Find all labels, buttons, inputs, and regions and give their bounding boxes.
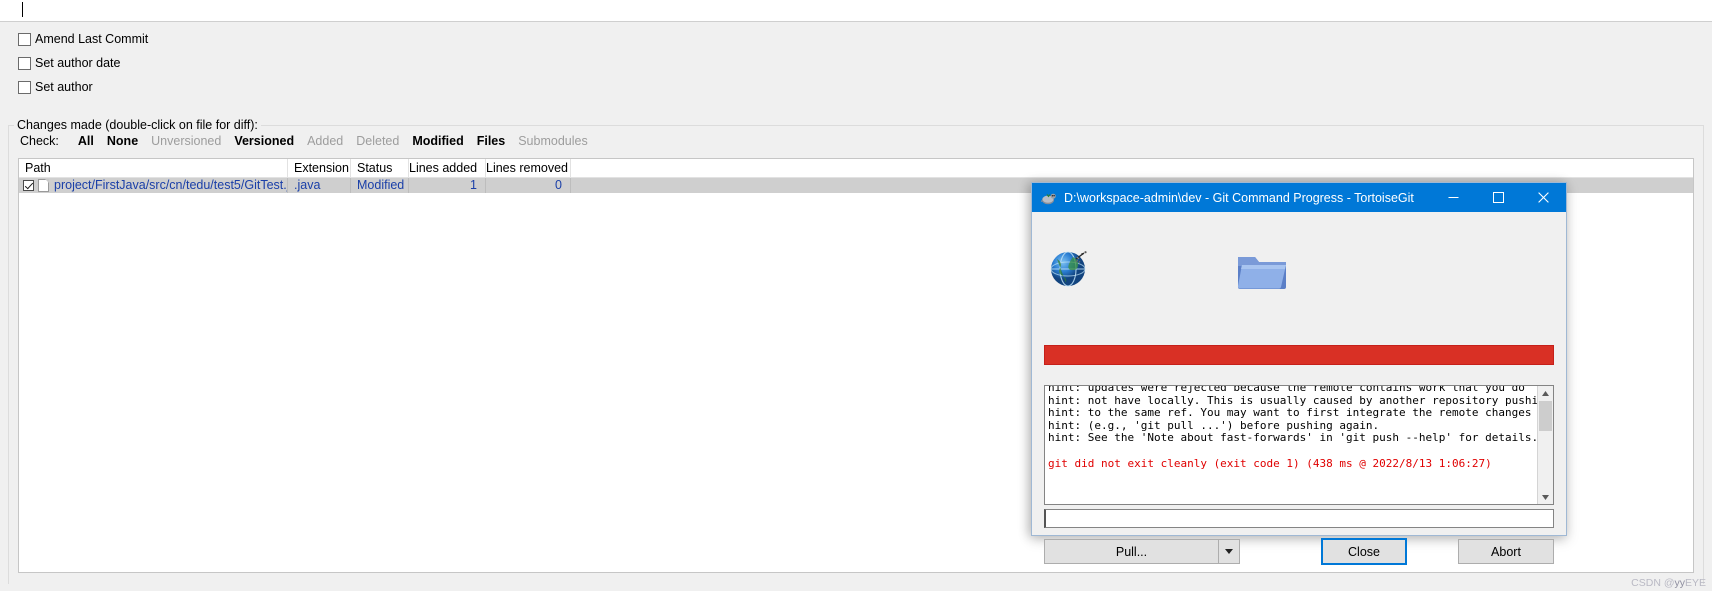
close-button[interactable]: Close [1321, 538, 1407, 565]
pull-split-button[interactable]: Pull... [1044, 539, 1240, 564]
set-author-label: Set author [35, 80, 93, 94]
maximize-icon[interactable] [1476, 183, 1521, 212]
file-lines-added-cell: 1 [409, 178, 486, 193]
console-line: hint: to the same ref. You may want to f… [1048, 406, 1532, 420]
console-scrollbar[interactable] [1537, 386, 1553, 504]
check-filter-bar: Check: All None Unversioned Versioned Ad… [20, 134, 601, 148]
check-link-deleted: Deleted [356, 134, 400, 148]
option-amend-last-commit[interactable]: Amend Last Commit [18, 31, 148, 47]
check-link-all[interactable]: All [78, 134, 94, 148]
scroll-down-icon[interactable] [1538, 490, 1553, 504]
watermark-user: yy [1674, 577, 1685, 589]
progress-bar [1044, 345, 1554, 365]
set-author-checkbox[interactable] [18, 80, 31, 94]
file-path-text: project/FirstJava/src/cn/tedu/test5/GitT… [54, 178, 287, 192]
amend-last-commit-label: Amend Last Commit [35, 32, 149, 46]
abort-button[interactable]: Abort [1458, 539, 1554, 564]
commit-message-input[interactable] [0, 0, 1712, 22]
console-text: hint: updates were rejected because the … [1045, 386, 1537, 504]
abort-button-label: Abort [1491, 544, 1521, 559]
set-author-date-label: Set author date [35, 56, 121, 70]
file-icon [38, 179, 49, 192]
status-line [1044, 509, 1554, 528]
file-status-cell: Modified [351, 178, 409, 193]
column-header-lines-added[interactable]: Lines added [409, 159, 486, 177]
minimize-icon[interactable] [1431, 183, 1476, 212]
console-line: git did not exit cleanly (exit code 1) (… [1048, 456, 1492, 470]
file-list-header: Path Extension Status Lines added Lines … [19, 159, 1693, 178]
dialog-title-bar[interactable]: D:\workspace-admin\dev - Git Command Pro… [1032, 183, 1566, 212]
column-header-status[interactable]: Status [351, 159, 409, 177]
amend-last-commit-checkbox[interactable] [18, 32, 31, 46]
check-label: Check: [20, 134, 59, 148]
column-header-lines-removed[interactable]: Lines removed [486, 159, 571, 177]
watermark: CSDN @yyEYE [1631, 577, 1706, 589]
pull-button[interactable]: Pull... [1045, 540, 1218, 563]
chevron-down-icon[interactable] [1218, 540, 1239, 563]
watermark-prefix: CSDN @ [1631, 577, 1675, 589]
text-caret [22, 2, 23, 17]
pull-button-label: Pull... [1115, 544, 1148, 559]
column-header-path[interactable]: Path [19, 159, 288, 177]
git-output-console[interactable]: hint: updates were rejected because the … [1044, 385, 1554, 505]
file-row-path-cell[interactable]: project/FirstJava/src/cn/tedu/test5/GitT… [19, 178, 288, 193]
file-row-checkbox[interactable] [23, 180, 34, 191]
option-set-author-date[interactable]: Set author date [18, 55, 120, 71]
check-link-files[interactable]: Files [477, 134, 506, 148]
scroll-up-icon[interactable] [1538, 386, 1553, 400]
console-line: hint: See the 'Note about fast-forwards'… [1048, 431, 1537, 445]
dialog-body: hint: updates were rejected because the … [1032, 212, 1566, 565]
file-extension-cell: .java [288, 178, 351, 193]
tortoisegit-icon [1040, 190, 1057, 206]
watermark-suffix: EYE [1684, 577, 1706, 589]
check-link-versioned[interactable]: Versioned [234, 134, 294, 148]
scrollbar-thumb[interactable] [1539, 401, 1552, 431]
close-icon[interactable] [1521, 183, 1566, 212]
column-header-extension[interactable]: Extension [288, 159, 351, 177]
globe-icon [1047, 245, 1095, 293]
git-command-progress-dialog: D:\workspace-admin\dev - Git Command Pro… [1031, 182, 1567, 565]
close-button-label: Close [1348, 544, 1380, 559]
check-link-submodules: Submodules [518, 134, 588, 148]
file-lines-removed-cell: 0 [486, 178, 571, 193]
check-link-modified[interactable]: Modified [412, 134, 463, 148]
folder-icon [1236, 249, 1288, 291]
set-author-date-checkbox[interactable] [18, 56, 31, 70]
check-link-added: Added [307, 134, 344, 148]
option-set-author[interactable]: Set author [18, 79, 93, 95]
check-link-unversioned: Unversioned [151, 134, 222, 148]
changes-made-label: Changes made (double-click on file for d… [14, 118, 261, 132]
check-link-none[interactable]: None [107, 134, 138, 148]
dialog-title: D:\workspace-admin\dev - Git Command Pro… [1064, 190, 1414, 205]
